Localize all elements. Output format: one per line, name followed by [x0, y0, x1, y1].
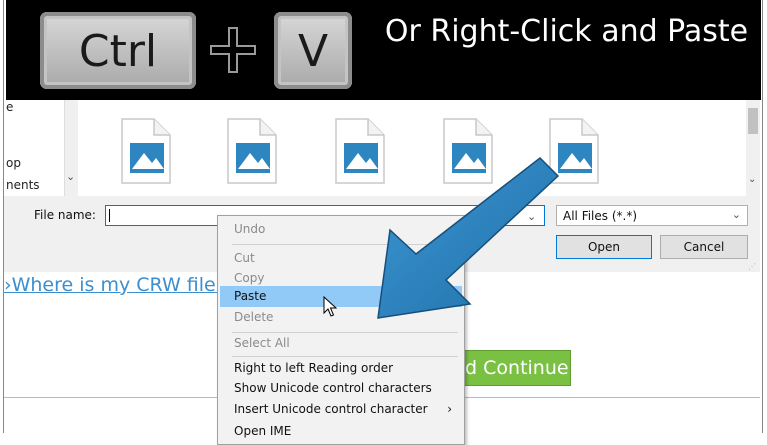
- plus-icon: [210, 27, 256, 73]
- ctrl-key-label: Ctrl: [78, 26, 158, 77]
- where-is-crw-link[interactable]: ›Where is my CRW file?: [4, 274, 226, 296]
- tutorial-banner: Ctrl V Or Right-Click and Paste: [6, 0, 761, 100]
- arrow-pointer-icon: [377, 157, 560, 319]
- mouse-pointer-icon: [323, 296, 338, 317]
- menu-item-insert-unicode[interactable]: Insert Unicode control character ›: [220, 399, 462, 420]
- menu-item-rtl-reading-order[interactable]: Right to left Reading order: [220, 358, 462, 379]
- v-key: V: [274, 12, 352, 89]
- resize-grip-icon[interactable]: ⋰: [748, 262, 756, 271]
- nav-item[interactable]: e: [6, 100, 13, 114]
- chevron-down-icon[interactable]: ⌄: [748, 174, 756, 185]
- ctrl-key: Ctrl: [40, 12, 196, 89]
- image-file-icon[interactable]: [226, 117, 278, 185]
- menu-item-show-unicode[interactable]: Show Unicode control characters: [220, 378, 462, 399]
- nav-item[interactable]: op: [6, 156, 21, 170]
- chevron-down-icon[interactable]: ⌄: [66, 170, 75, 183]
- v-key-label: V: [297, 26, 329, 77]
- image-file-icon[interactable]: [120, 117, 172, 185]
- text-caret: [109, 209, 110, 222]
- banner-text: Or Right-Click and Paste: [384, 14, 749, 49]
- menu-item-select-all[interactable]: Select All: [220, 333, 462, 354]
- navigation-pane[interactable]: e op nents: [6, 100, 64, 196]
- file-type-select[interactable]: All Files (*.*) ⌄: [556, 205, 748, 226]
- chevron-down-icon: ⌄: [731, 208, 741, 221]
- file-list-scrollbar[interactable]: ⌄: [746, 100, 760, 196]
- menu-item-open-ime[interactable]: Open IME: [220, 421, 462, 442]
- file-type-value: All Files (*.*): [563, 209, 638, 223]
- menu-separator: [232, 356, 458, 357]
- cancel-button[interactable]: Cancel: [660, 235, 748, 259]
- nav-item[interactable]: nents: [6, 178, 40, 192]
- open-button[interactable]: Open: [556, 235, 652, 259]
- scrollbar-thumb[interactable]: [748, 108, 758, 134]
- menu-item-insert-unicode-label: Insert Unicode control character: [234, 402, 428, 416]
- chevron-right-icon: ›: [447, 402, 452, 416]
- file-name-label: File name:: [34, 208, 96, 222]
